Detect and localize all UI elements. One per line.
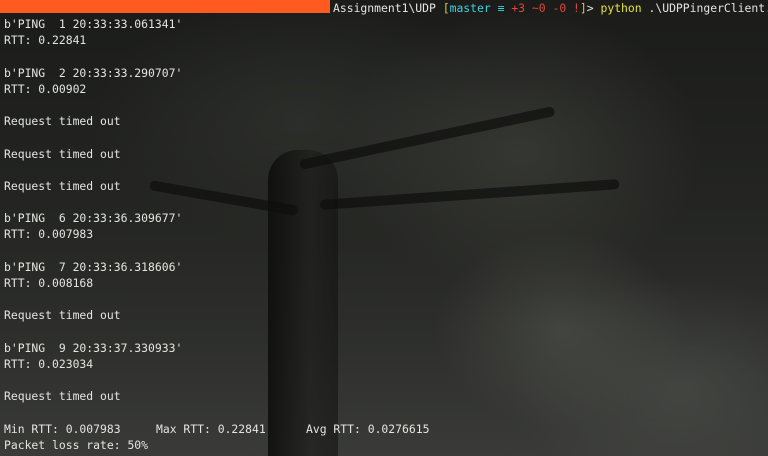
avg-rtt: Avg RTT: 0.0276615	[306, 421, 430, 436]
output-line: RTT: 0.008168	[4, 276, 94, 290]
output-line: b'PING 1 20:33:33.061341'	[4, 17, 183, 31]
command-args: .\UDPPingerClient.py	[648, 1, 768, 15]
output-line: b'PING 7 20:33:36.318606'	[4, 259, 183, 274]
output-line: RTT: 0.00902	[4, 81, 87, 96]
command-name: python	[600, 1, 642, 15]
prompt-path: Assignment1\UDP	[333, 1, 443, 15]
output-line: b'PING 2 20:33:33.290707'	[4, 65, 183, 80]
output-line: RTT: 0.22841	[4, 33, 87, 48]
output-line: Request timed out	[4, 308, 121, 323]
terminal-output: b'PING 1 20:33:33.061341' RTT: 0.22841 b…	[4, 16, 768, 453]
command-prompt: Assignment1\UDP [master ≡ +3 ~0 -0 !]> p…	[333, 0, 768, 16]
output-line: b'PING 9 20:33:37.330933'	[4, 340, 183, 355]
output-line: RTT: 0.023034	[4, 356, 94, 371]
git-changes: +3 ~0 -0 !	[511, 1, 580, 15]
max-rtt: Max RTT: 0.22841	[156, 421, 266, 436]
prompt-char: >	[586, 1, 601, 15]
output-line: Request timed out	[4, 114, 121, 129]
output-line: Request timed out	[4, 389, 121, 404]
packet-loss-rate: Packet loss rate: 50%	[4, 437, 149, 452]
git-status-close: ]	[579, 1, 587, 15]
git-branch-name: master	[449, 1, 491, 15]
git-sync-status: ≡	[490, 1, 512, 15]
output-line: b'PING 6 20:33:36.309677'	[4, 211, 183, 226]
output-line: RTT: 0.007983	[4, 227, 94, 242]
output-line: Request timed out	[4, 146, 121, 161]
min-rtt: Min RTT: 0.007983	[4, 421, 121, 436]
terminal-window[interactable]: Assignment1\UDP [master ≡ +3 ~0 -0 !]> p…	[0, 0, 768, 456]
git-status-open: [	[442, 1, 450, 15]
rtt-summary-line: Min RTT: 0.007983 Max RTT: 0.22841 Avg R…	[4, 421, 768, 437]
redacted-path	[0, 0, 330, 13]
output-line: Request timed out	[4, 178, 121, 193]
